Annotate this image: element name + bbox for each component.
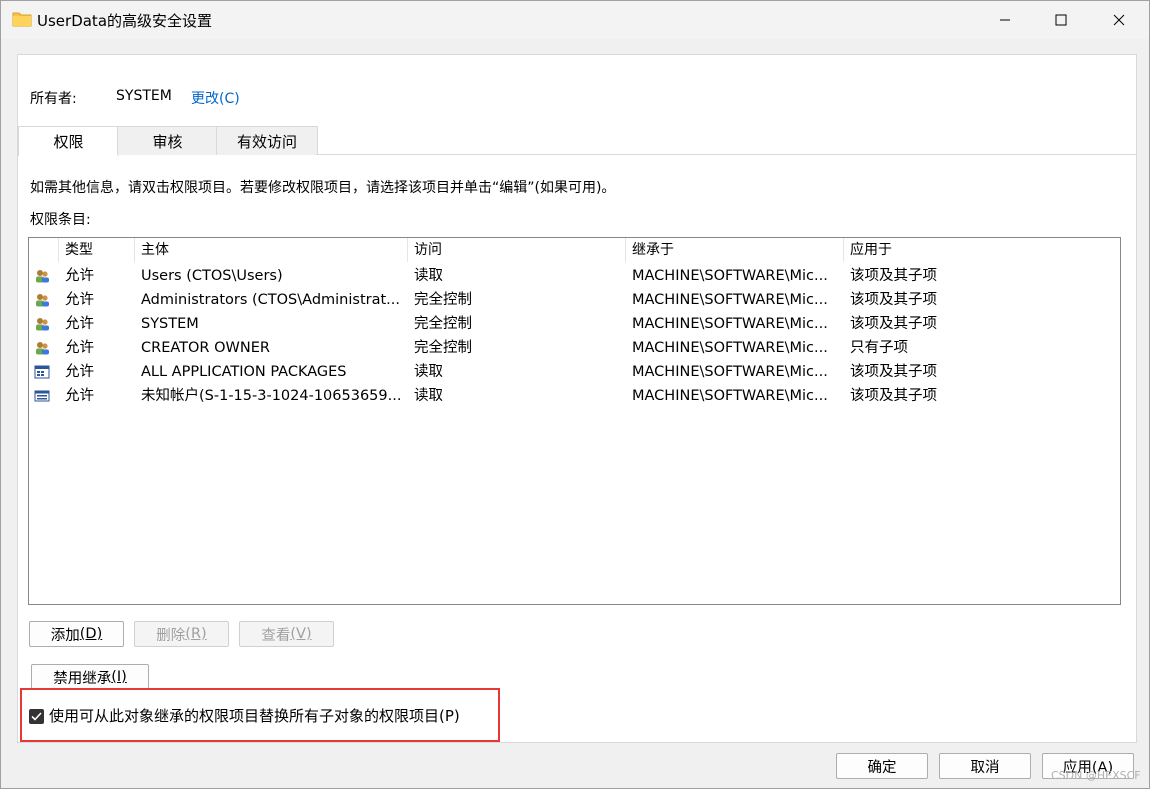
unknown-account-icon [34,388,50,404]
cell-applies: 该项及其子项 [850,388,937,404]
column-applies-to[interactable]: 应用于 [844,238,1120,262]
disable-inheritance-label: 禁用继承 [53,670,112,687]
table-row[interactable]: 允许 ALL APPLICATION PACKAGES 读取 MACHINE\SOFT… [29,360,1120,384]
tab-auditing[interactable]: 审核 [117,126,218,155]
cell-access: 完全控制 [414,292,472,308]
column-access[interactable]: 访问 [408,238,626,262]
close-icon [1113,14,1125,26]
table-row[interactable]: 允许 未知帐户(S-1-15-3-1024-10653659... 读取 MACHIN… [29,384,1120,408]
red-highlight-box [20,688,500,742]
cell-access: 完全控制 [414,340,472,356]
cell-principal: CREATOR OWNER [141,340,270,356]
cell-principal: Administrators (CTOS\Administrat... [141,292,400,308]
minimize-icon [1000,19,1010,21]
cell-inherited: MACHINE\SOFTWARE\Mic... [632,316,828,332]
users-icon [34,316,50,332]
cell-inherited: MACHINE\SOFTWARE\Mic... [632,340,828,356]
column-type[interactable]: 类型 [59,238,135,262]
window-title: UserData的高级安全设置 [37,12,213,30]
change-owner-link[interactable]: 更改(C) [191,88,240,108]
cell-inherited: MACHINE\SOFTWARE\Mic... [632,292,828,308]
cell-applies: 该项及其子项 [850,292,937,308]
cell-principal: ALL APPLICATION PACKAGES [141,364,347,380]
cell-inherited: MACHINE\SOFTWARE\Mic... [632,388,828,404]
ok-button[interactable]: 确定 [836,753,928,779]
close-button[interactable] [1091,1,1147,39]
owner-label: 所有者: [30,91,77,107]
cell-applies: 该项及其子项 [850,364,937,380]
cell-applies: 该项及其子项 [850,316,937,332]
title-bar[interactable]: UserData的高级安全设置 [1,1,1149,39]
users-icon [34,340,50,356]
cell-applies: 该项及其子项 [850,268,937,284]
permission-entries-label: 权限条目: [30,212,91,228]
cell-type: 允许 [65,316,94,332]
table-row[interactable]: 允许 SYSTEM 完全控制 MACHINE\SOFTWARE\Mic... 该项及其子… [29,312,1120,336]
cell-access: 读取 [414,388,443,404]
owner-value: SYSTEM [116,88,172,104]
tab-permissions[interactable]: 权限 [18,126,119,156]
cell-type: 允许 [65,364,94,380]
users-icon [34,268,50,284]
maximize-icon [1055,14,1067,26]
watermark: CSDN @HEXSCF [1051,769,1141,782]
maximize-button[interactable] [1033,1,1089,39]
disable-inheritance-key: (I) [111,669,127,685]
minimize-button[interactable] [977,1,1033,39]
column-icon[interactable] [29,238,59,262]
cell-access: 读取 [414,268,443,284]
tab-effective-access[interactable]: 有效访问 [216,126,318,155]
cell-type: 允许 [65,268,94,284]
add-button[interactable]: 添加 (D) [29,621,124,647]
cell-access: 读取 [414,364,443,380]
add-button-label: 添加 [50,627,80,644]
view-button-key: (V) [290,626,312,642]
app-packages-icon [34,364,50,380]
list-header: 类型 主体 访问 继承于 应用于 [29,238,1120,262]
cell-principal: SYSTEM [141,316,199,332]
table-row[interactable]: 允许 CREATOR OWNER 完全控制 MACHINE\SOFTWARE\Mic.… [29,336,1120,360]
cell-access: 完全控制 [414,316,472,332]
table-row[interactable]: 允许 Users (CTOS\Users) 读取 MACHINE\SOFTWARE\M… [29,264,1120,288]
tab-divider [316,154,1136,155]
column-principal[interactable]: 主体 [135,238,408,262]
permission-entries-list[interactable]: 类型 主体 访问 继承于 应用于 允许 Users (CTOS\Users) 读取 M… [28,237,1121,605]
remove-button-label: 删除 [156,627,186,644]
users-icon [34,292,50,308]
main-panel: 所有者: SYSTEM 更改(C) 权限 审核 有效访问 如需其他信息，请双击权… [17,54,1137,743]
column-inherited-from[interactable]: 继承于 [626,238,844,262]
remove-button-key: (R) [185,626,207,642]
cell-type: 允许 [65,292,94,308]
view-button[interactable]: 查看 (V) [239,621,334,647]
disable-inheritance-button[interactable]: 禁用继承 (I) [31,664,149,690]
cell-principal: Users (CTOS\Users) [141,268,283,284]
cell-applies: 只有子项 [850,340,908,356]
table-row[interactable]: 允许 Administrators (CTOS\Administrat... 完全控… [29,288,1120,312]
info-text: 如需其他信息，请双击权限项目。若要修改权限项目，请选择该项目并单击“编辑”(如果… [30,180,616,196]
cell-type: 允许 [65,388,94,404]
remove-button[interactable]: 删除 (R) [134,621,229,647]
cell-inherited: MACHINE\SOFTWARE\Mic... [632,364,828,380]
cell-inherited: MACHINE\SOFTWARE\Mic... [632,268,828,284]
security-settings-window: UserData的高级安全设置 所有者: SYSTEM 更改(C) 权限 审核 … [0,0,1150,789]
cell-type: 允许 [65,340,94,356]
cancel-button[interactable]: 取消 [939,753,1031,779]
view-button-label: 查看 [261,627,291,644]
add-button-key: (D) [79,626,103,642]
cell-principal: 未知帐户(S-1-15-3-1024-10653659... [141,388,402,404]
folder-icon [12,12,32,27]
